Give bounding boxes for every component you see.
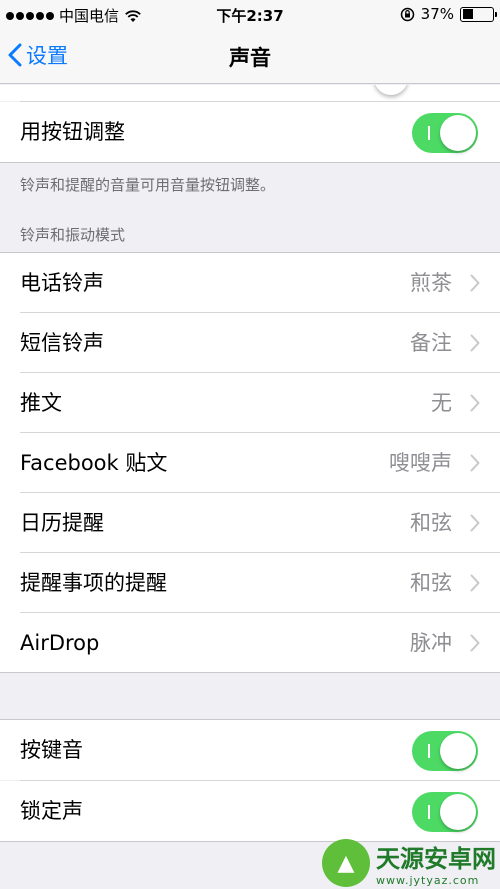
watermark-text: 天源安卓网 www.jytyaz.com: [376, 839, 496, 887]
row-value: 无: [431, 391, 452, 415]
sound-row[interactable]: AirDrop 脉冲: [0, 613, 500, 673]
row-value: 煎茶: [410, 271, 452, 295]
row-label: AirDrop: [20, 631, 100, 655]
adjust-with-buttons-row: 用按钮调整: [0, 102, 500, 162]
chevron-right-icon: [470, 574, 480, 592]
orientation-lock-icon: [400, 7, 414, 21]
divider: [0, 672, 500, 673]
row-value: 和弦: [410, 571, 452, 595]
status-bar: 中国电信 下午2:37 37%: [0, 0, 500, 28]
row-label: 按键音: [20, 738, 83, 762]
battery-fill: [462, 9, 474, 19]
sound-row[interactable]: Facebook 贴文 嗖嗖声: [0, 433, 500, 493]
row-label: 短信铃声: [20, 331, 104, 355]
row-label: 推文: [20, 391, 62, 415]
row-label: Facebook 贴文: [20, 451, 168, 475]
android-logo-icon: ▲: [322, 839, 370, 887]
toggle-on-indicator: [428, 744, 430, 758]
lock-sound-toggle[interactable]: [412, 792, 478, 832]
battery-icon: [460, 6, 497, 22]
toggle-on-indicator: [428, 805, 430, 819]
watermark-url: www.jytyaz.com: [376, 874, 480, 887]
row-value: 备注: [410, 331, 452, 355]
sound-row[interactable]: 电话铃声 煎茶: [0, 253, 500, 313]
battery-percent: 37%: [420, 5, 454, 23]
toggle-on-indicator: [428, 126, 430, 140]
chevron-right-icon: [470, 454, 480, 472]
watermark-name: 天源安卓网: [376, 845, 496, 873]
chevron-right-icon: [470, 274, 480, 292]
row-value: 嗖嗖声: [389, 451, 452, 475]
chevron-right-icon: [470, 394, 480, 412]
chevron-right-icon: [470, 514, 480, 532]
row-label: 用按钮调整: [20, 120, 125, 144]
adjust-with-buttons-toggle[interactable]: [412, 113, 478, 153]
status-right: 37%: [400, 5, 497, 23]
adjust-footer-text: 铃声和提醒的音量可用音量按钮调整。: [20, 176, 276, 194]
keyboard-clicks-row: 按键音: [0, 720, 500, 780]
lock-sound-row: 锁定声: [0, 781, 500, 841]
page-title: 声音: [229, 46, 271, 70]
section-header: 铃声和振动模式: [20, 226, 126, 244]
row-label: 提醒事项的提醒: [20, 571, 167, 595]
nav-bar: 设置 声音: [0, 28, 500, 84]
volume-slider[interactable]: [0, 85, 500, 101]
row-label: 电话铃声: [20, 271, 104, 295]
row-value: 脉冲: [410, 631, 452, 655]
chevron-right-icon: [470, 334, 480, 352]
row-value: 和弦: [410, 511, 452, 535]
sound-row[interactable]: 日历提醒 和弦: [0, 493, 500, 553]
sound-row[interactable]: 推文 无: [0, 373, 500, 433]
chevron-right-icon: [470, 634, 480, 652]
toggle-knob: [440, 115, 476, 151]
sound-row[interactable]: 短信铃声 备注: [0, 313, 500, 373]
row-label: 日历提醒: [20, 511, 104, 535]
watermark: ▲ 天源安卓网 www.jytyaz.com: [322, 839, 496, 887]
toggle-knob: [440, 794, 476, 830]
sound-row[interactable]: 提醒事项的提醒 和弦: [0, 553, 500, 613]
slider-knob[interactable]: [374, 85, 408, 95]
row-label: 锁定声: [20, 799, 83, 823]
toggle-knob: [440, 733, 476, 769]
divider: [0, 162, 500, 163]
keyboard-clicks-toggle[interactable]: [412, 731, 478, 771]
